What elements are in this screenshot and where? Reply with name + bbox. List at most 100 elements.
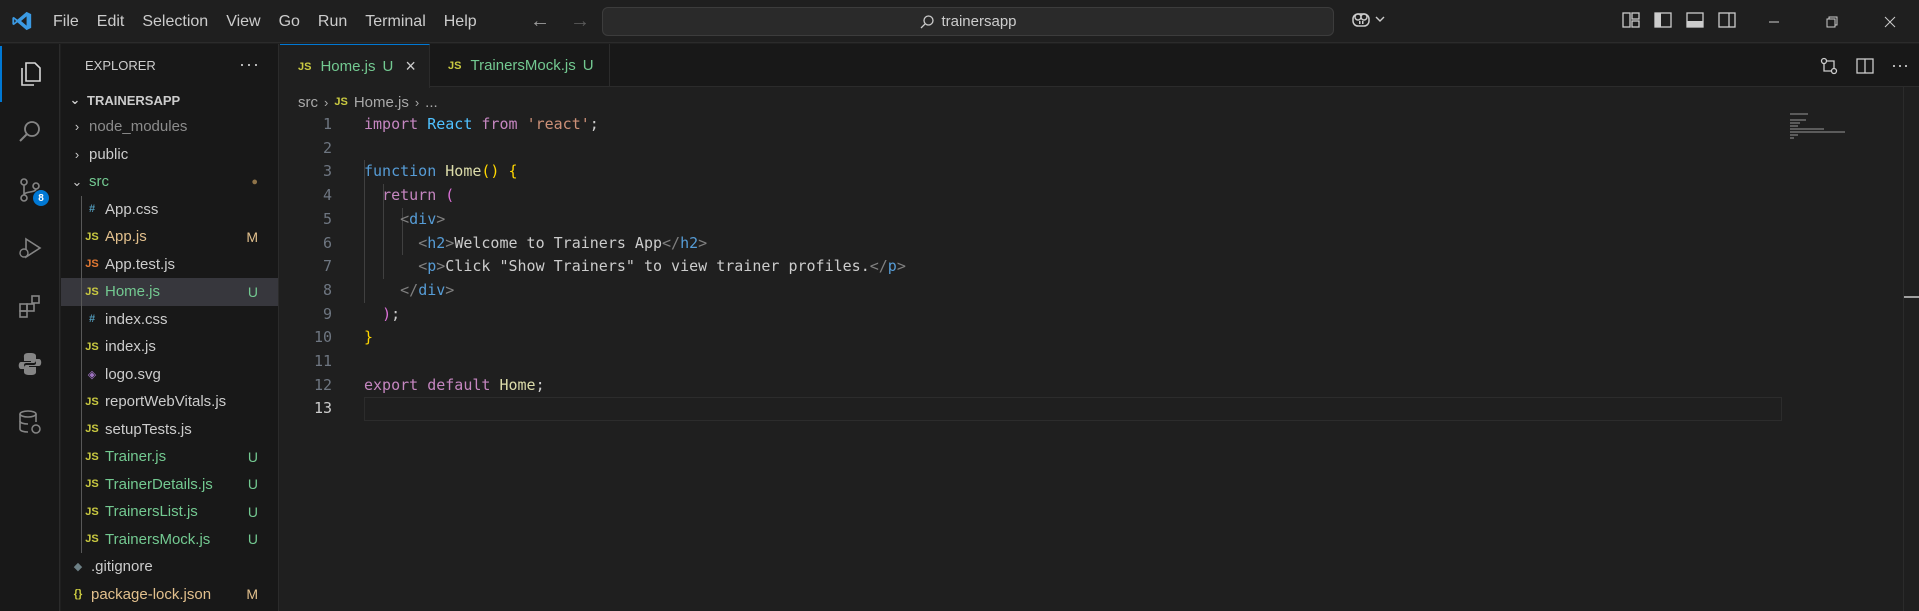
code-line: 7 <p>Click "Show Trainers" to view train… — [280, 255, 1780, 279]
breadcrumb-folder[interactable]: src — [298, 94, 318, 111]
css-file-icon: # — [88, 203, 96, 216]
file-item[interactable]: JS TrainersMock.js U — [61, 525, 278, 553]
tab-home-js[interactable]: JS Home.js U × — [280, 44, 430, 88]
explorer-icon[interactable] — [0, 46, 60, 102]
indent-guide — [81, 470, 82, 498]
customize-layout-icon[interactable] — [1621, 10, 1641, 30]
folder-item[interactable]: ⌄ src ● — [61, 168, 278, 196]
git-status-badge: M — [246, 586, 258, 603]
menu-help[interactable]: Help — [435, 0, 486, 43]
file-item[interactable]: JS TrainerDetails.js U — [61, 470, 278, 498]
menu-run[interactable]: Run — [309, 0, 356, 43]
code-line: 11 — [280, 350, 1780, 374]
indent-guide — [81, 223, 82, 251]
tree-item-label: public — [89, 145, 129, 163]
minimize-icon[interactable] — [1745, 0, 1803, 43]
tab-status: U — [382, 58, 394, 75]
more-actions-icon[interactable]: ··· — [1891, 56, 1909, 76]
file-item[interactable]: JS Trainer.js U — [61, 443, 278, 471]
js-file-icon: JS — [85, 285, 99, 298]
file-item[interactable]: JS reportWebVitals.js — [61, 388, 278, 416]
minimap[interactable] — [1790, 113, 1850, 143]
menu-selection[interactable]: Selection — [133, 0, 217, 43]
restore-icon[interactable] — [1803, 0, 1861, 43]
line-number: 5 — [322, 209, 332, 228]
css-file-icon: # — [88, 313, 96, 326]
menu-file[interactable]: File — [44, 0, 88, 43]
toggle-panel-icon[interactable] — [1685, 10, 1705, 30]
run-debug-icon[interactable] — [0, 220, 60, 276]
code-line: 4 return ( — [280, 184, 1780, 208]
more-actions-icon[interactable]: ··· — [239, 54, 260, 75]
explorer-sidebar: EXPLORER ··· ⌄ TRAINERSAPP › node_modules… — [61, 44, 279, 611]
js-file-icon: JS — [85, 230, 99, 243]
menu-terminal[interactable]: Terminal — [356, 0, 434, 43]
tree-item-label: node_modules — [89, 118, 188, 136]
tree-item-label: App.css — [105, 200, 159, 218]
window-controls — [1745, 0, 1919, 43]
workspace-root[interactable]: ⌄ TRAINERSAPP — [61, 87, 278, 113]
menu-go[interactable]: Go — [270, 0, 309, 43]
js-file-icon: JS — [85, 395, 99, 408]
python-icon[interactable] — [0, 336, 60, 392]
file-item[interactable]: JS setupTests.js — [61, 415, 278, 443]
search-icon — [921, 14, 935, 28]
indent-guide — [81, 250, 82, 278]
open-changes-icon[interactable] — [1819, 56, 1839, 76]
forward-arrow-icon[interactable]: → — [570, 10, 590, 33]
file-item[interactable]: ◆ .gitignore — [61, 553, 278, 581]
breadcrumb-symbol[interactable]: ... — [425, 94, 438, 111]
tree-item-label: TrainerDetails.js — [105, 475, 213, 493]
source-control-icon[interactable]: 8 — [0, 162, 60, 218]
back-arrow-icon[interactable]: ← — [530, 10, 550, 33]
search-text: trainersapp — [941, 13, 1017, 30]
menu-edit[interactable]: Edit — [88, 0, 134, 43]
command-center-search[interactable]: trainersapp — [602, 7, 1334, 36]
current-line-highlight — [364, 397, 1782, 422]
file-item[interactable]: JS Home.js U — [61, 278, 278, 306]
database-icon[interactable] — [0, 394, 60, 450]
tree-item-label: package-lock.json — [91, 585, 212, 603]
toggle-primary-sidebar-icon[interactable] — [1653, 10, 1673, 30]
code-line: 5 <div> — [280, 208, 1780, 232]
extensions-icon[interactable] — [0, 278, 60, 334]
indent-guide — [81, 388, 82, 416]
file-item[interactable]: {} package-lock.json M — [61, 581, 278, 609]
tree-item-label: index.css — [105, 310, 168, 328]
file-item[interactable]: JS App.test.js — [61, 250, 278, 278]
svg-file-icon: ◈ — [87, 368, 97, 381]
search-view-icon[interactable] — [0, 104, 60, 160]
indent-guide — [81, 333, 82, 361]
file-item[interactable]: ◈ logo.svg — [61, 360, 278, 388]
toggle-secondary-sidebar-icon[interactable] — [1717, 10, 1737, 30]
close-window-icon[interactable] — [1861, 0, 1919, 43]
menu-view[interactable]: View — [217, 0, 269, 43]
tree-item-label: index.js — [105, 338, 156, 356]
line-number: 4 — [322, 186, 332, 205]
code-line: 6 <h2>Welcome to Trainers App</h2> — [280, 232, 1780, 256]
file-item[interactable]: # index.css — [61, 305, 278, 333]
file-item[interactable]: JS TrainersList.js U — [61, 498, 278, 526]
file-item[interactable]: # App.css — [61, 195, 278, 223]
chevron-down-icon: ⌄ — [69, 92, 81, 107]
close-tab-icon[interactable]: × — [405, 56, 416, 77]
tab-trainersmock-js[interactable]: JS TrainersMock.js U — [430, 44, 610, 87]
line-number: 6 — [322, 233, 332, 252]
file-item[interactable]: JS index.js — [61, 333, 278, 361]
code-line: 9 ); — [280, 303, 1780, 327]
breadcrumb-file[interactable]: Home.js — [354, 94, 409, 111]
line-number: 13 — [313, 399, 332, 418]
tree-item-label: reportWebVitals.js — [105, 393, 227, 411]
tree-item-label: logo.svg — [105, 365, 161, 383]
folder-item[interactable]: › node_modules — [61, 113, 278, 141]
js-file-icon: JS — [85, 505, 99, 518]
copilot-button[interactable] — [1350, 9, 1386, 29]
chevron-right-icon: › — [74, 146, 80, 162]
folder-item[interactable]: › public — [61, 141, 278, 169]
vertical-scrollbar[interactable] — [1903, 87, 1919, 611]
file-tree: › node_modules › public ⌄ src ● # App.css JS App.j… — [61, 113, 278, 608]
vscode-logo-icon — [0, 0, 44, 43]
code-line: 12 export default Home; — [280, 374, 1780, 398]
file-item[interactable]: JS App.js M — [61, 223, 278, 251]
split-editor-icon[interactable] — [1855, 56, 1875, 76]
